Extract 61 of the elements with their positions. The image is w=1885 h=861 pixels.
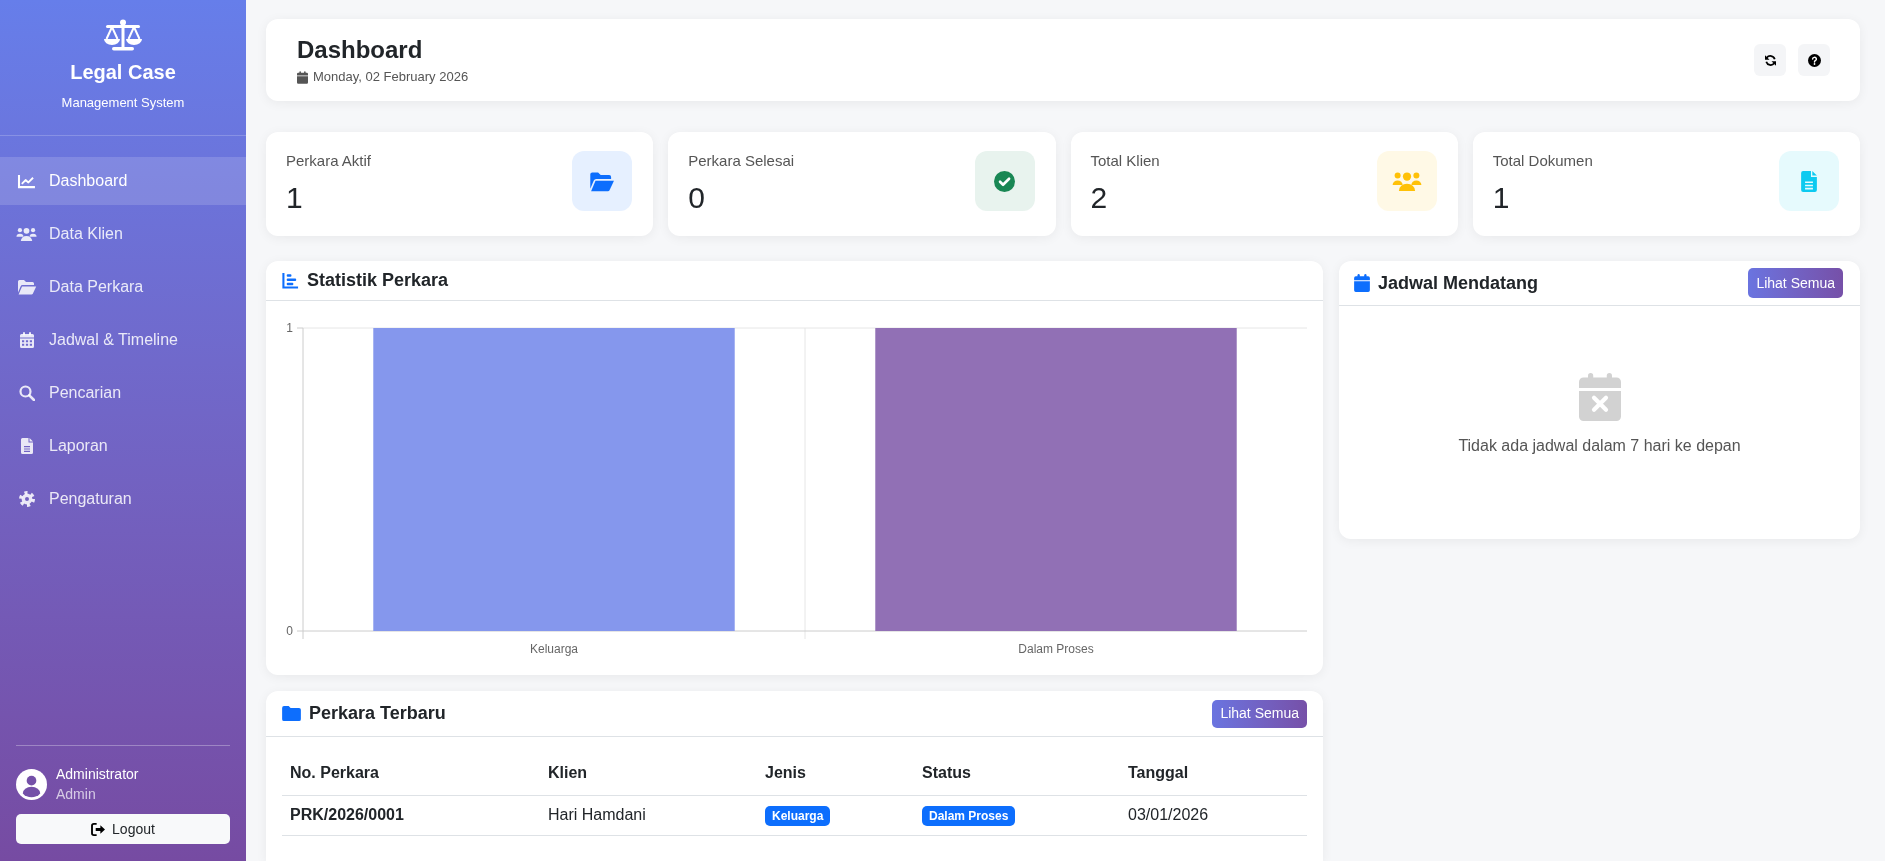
x-axis-label: Keluarga bbox=[530, 642, 578, 656]
view-all-button[interactable]: Lihat Semua bbox=[1748, 268, 1843, 298]
document-icon bbox=[20, 438, 33, 454]
category-badge: Keluarga bbox=[765, 806, 831, 826]
nav-item[interactable]: Pengaturan bbox=[0, 475, 246, 523]
stat-label: Total Klien bbox=[1090, 151, 1160, 171]
column-header: Tanggal bbox=[1120, 751, 1307, 795]
view-all-button[interactable]: Lihat Semua bbox=[1212, 699, 1307, 728]
refresh-button[interactable] bbox=[1754, 44, 1786, 76]
nav-item[interactable]: Laporan bbox=[0, 422, 246, 470]
stat-value: 2 bbox=[1090, 180, 1109, 216]
calendar-icon bbox=[19, 332, 34, 348]
logout-button[interactable]: Logout bbox=[16, 814, 230, 844]
stat-value: 1 bbox=[1492, 180, 1511, 216]
calendar-icon bbox=[1354, 274, 1370, 292]
help-button[interactable] bbox=[1798, 44, 1830, 76]
user-name: Administrator bbox=[56, 765, 139, 784]
card-title: Jadwal Mendatang bbox=[1378, 271, 1539, 295]
stat-value: 0 bbox=[688, 180, 706, 216]
column-header: Jenis bbox=[757, 751, 914, 795]
column-header: Status bbox=[914, 751, 1120, 795]
card-title: Perkara Terbaru bbox=[309, 702, 446, 725]
folder-icon bbox=[16, 279, 37, 295]
y-tick-label: 1 bbox=[286, 321, 293, 335]
page-title: Dashboard bbox=[297, 35, 424, 65]
table-cell: Hari Hamdani bbox=[540, 795, 757, 835]
stat-value: 1 bbox=[286, 180, 304, 216]
status-badge: Dalam Proses bbox=[922, 806, 1016, 826]
gear-icon bbox=[18, 491, 35, 507]
search-icon bbox=[18, 385, 35, 401]
calendar-x-icon bbox=[1578, 373, 1621, 421]
table-cell: 03/01/2026 bbox=[1120, 795, 1307, 835]
nav-item[interactable]: Data Klien bbox=[0, 210, 246, 258]
refresh-icon bbox=[1763, 53, 1777, 67]
calendar-icon bbox=[297, 70, 308, 84]
nav-item[interactable]: Dashboard bbox=[0, 157, 246, 205]
line-chart-icon bbox=[17, 173, 36, 189]
brand-title: Legal Case bbox=[70, 60, 176, 84]
table-cell: PRK/2026/0001 bbox=[282, 795, 540, 835]
avatar-icon bbox=[16, 768, 47, 800]
folder-icon bbox=[282, 706, 301, 721]
nav-item[interactable]: Jadwal & Timeline bbox=[0, 316, 246, 364]
column-header: Klien bbox=[540, 751, 757, 795]
empty-message: Tidak ada jadwal dalam 7 hari ke depan bbox=[1458, 436, 1741, 456]
brand-subtitle: Management System bbox=[61, 94, 185, 112]
stat-label: Perkara Aktif bbox=[286, 151, 372, 171]
x-axis-label: Dalam Proses bbox=[1018, 642, 1094, 656]
stat-label: Total Dokumen bbox=[1492, 151, 1593, 171]
logout-icon bbox=[91, 822, 107, 836]
date-text: Monday, 02 February 2026 bbox=[313, 68, 469, 86]
card-title: Statistik Perkara bbox=[307, 269, 449, 292]
help-icon bbox=[1807, 53, 1821, 67]
user-role: Admin bbox=[56, 785, 97, 804]
stat-label: Perkara Selesai bbox=[688, 151, 795, 171]
scales-icon bbox=[103, 19, 143, 51]
y-tick-label: 0 bbox=[286, 624, 293, 638]
column-header: No. Perkara bbox=[282, 751, 540, 795]
nav-item[interactable]: Data Perkara bbox=[0, 263, 246, 311]
bar-chart-icon bbox=[282, 272, 299, 289]
users-icon bbox=[16, 227, 37, 241]
nav-item[interactable]: Pencarian bbox=[0, 369, 246, 417]
